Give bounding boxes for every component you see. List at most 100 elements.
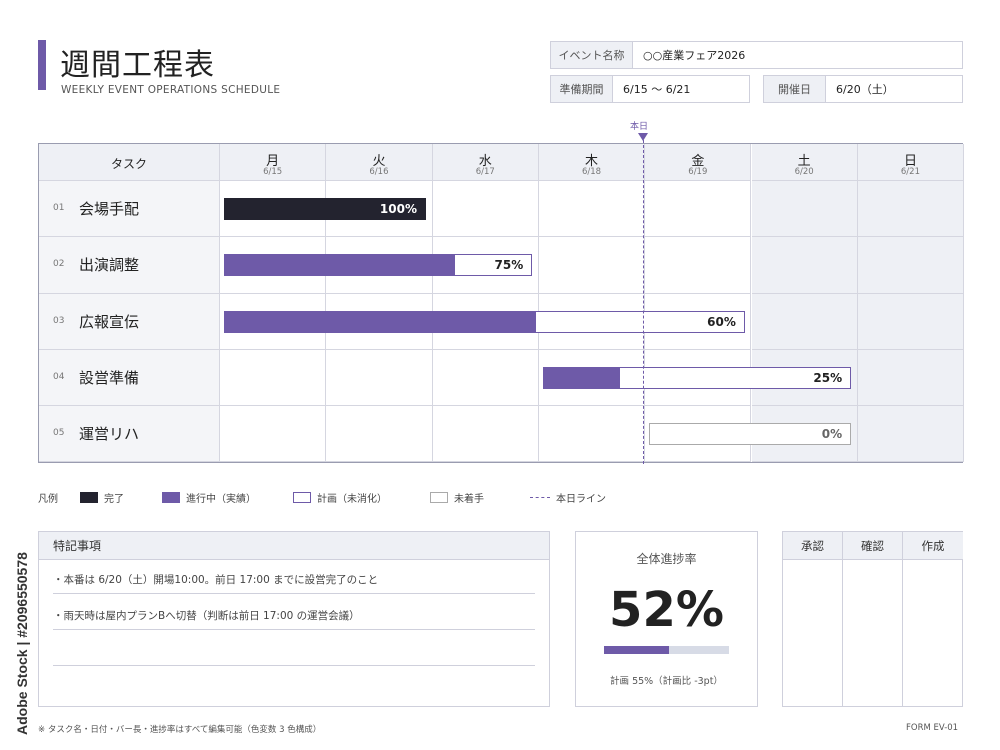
grid-cell — [857, 349, 965, 407]
today-line-swatch-icon — [530, 497, 550, 498]
grid-cell — [220, 406, 327, 463]
confirm-header: 確認 — [843, 532, 902, 560]
legend-item-notstarted: 未着手 — [430, 490, 484, 505]
notstarted-swatch-icon — [430, 492, 448, 503]
grid-cell — [432, 181, 539, 238]
grid-cell — [326, 349, 433, 407]
task-row-label: 02 出演調整 — [39, 237, 220, 294]
task-progress-label: 60% — [707, 314, 736, 329]
overall-progress-fill — [604, 646, 669, 654]
page-title: 週間工程表 — [60, 48, 215, 83]
day-date: 6/18 — [581, 167, 602, 177]
task-progress-label: 100% — [379, 202, 417, 216]
grid-cell — [538, 181, 646, 238]
task-row-label: 01 会場手配 — [39, 181, 220, 238]
grid-cell — [645, 181, 752, 238]
task-header-label: タスク — [110, 157, 147, 171]
event-date-value[interactable]: 6/20（土） — [826, 81, 894, 97]
create-column[interactable]: 作成 — [903, 532, 963, 706]
task-row-label: 04 設営準備 — [39, 349, 220, 407]
grid-cell — [751, 293, 858, 350]
task-number: 03 — [53, 315, 65, 326]
task-name[interactable]: 運営リハ — [79, 423, 139, 444]
active-swatch-icon — [162, 492, 180, 503]
day-header-7: 日 6/21 — [857, 144, 965, 181]
overall-progress-plan: 計画 55%（計画比 -3pt） — [610, 676, 723, 687]
page-subtitle: WEEKLY EVENT OPERATIONS SCHEDULE — [61, 84, 281, 96]
day-date: 6/21 — [900, 167, 920, 177]
task-progress-label: 75% — [494, 258, 524, 273]
legend-item-plan: 計画（未消化） — [293, 490, 387, 505]
note-line-1[interactable]: ・本番は 6/20（土）開場10:00。前日 17:00 までに設営完了のこと — [53, 572, 535, 594]
grid-cell — [432, 349, 539, 407]
prep-period-label: 準備期間 — [551, 76, 613, 102]
note-line-2[interactable]: ・雨天時は屋内プランBへ切替（判断は前日 17:00 の運営会議） — [53, 608, 535, 630]
task-number: 02 — [53, 259, 65, 270]
grid-cell — [857, 293, 965, 350]
task-name[interactable]: 広報宣伝 — [79, 311, 139, 332]
day-date: 6/15 — [263, 167, 283, 177]
legend-today-label: 本日ライン — [556, 494, 606, 505]
task-number: 04 — [53, 371, 65, 382]
legend-active-label: 進行中（実績） — [186, 494, 256, 505]
title-accent-bar — [38, 40, 46, 90]
legend-item-done: 完了 — [80, 490, 124, 505]
task-name[interactable]: 出演調整 — [79, 254, 139, 275]
task-progress-label: 0% — [821, 427, 843, 442]
approve-column[interactable]: 承認 — [783, 532, 843, 706]
legend-item-today: 本日ライン — [530, 490, 606, 505]
event-name-value[interactable]: ○○産業フェア2026 — [633, 47, 745, 63]
grid-cell — [645, 237, 752, 294]
grid-cell — [538, 406, 646, 463]
task-number: 01 — [53, 203, 65, 213]
notes-title: 特記事項 — [39, 532, 549, 560]
task-bar[interactable]: 60% — [224, 310, 745, 333]
task-row-label: 03 広報宣伝 — [39, 293, 220, 350]
grid-cell — [220, 349, 327, 407]
task-bar[interactable]: 0% — [649, 423, 852, 446]
day-header-3: 水 6/17 — [432, 144, 539, 181]
today-label: 本日 — [630, 122, 649, 132]
overall-progress-title: 全体進捗率 — [636, 552, 697, 566]
task-row-label: 05 運営リハ — [39, 406, 220, 463]
grid-cell — [432, 406, 539, 463]
grid-cell — [751, 237, 858, 294]
day-date: 6/20 — [794, 167, 814, 177]
task-progress-label: 25% — [813, 370, 843, 385]
day-date: 6/17 — [475, 167, 495, 177]
plan-swatch-icon — [293, 492, 311, 503]
confirm-column[interactable]: 確認 — [843, 532, 903, 706]
grid-cell — [857, 181, 965, 238]
task-column-header: タスク — [39, 144, 220, 181]
prep-period-value[interactable]: 6/15 〜 6/21 — [613, 81, 690, 97]
overall-progress-panel: 全体進捗率 52% 計画 55%（計画比 -3pt） — [575, 531, 758, 707]
day-header-4: 木 6/18 — [538, 144, 646, 181]
task-bar-fill — [225, 311, 537, 332]
gantt-chart: タスク 月 6/15 火 6/16 水 6/17 木 6/18 金 6/19 土 6/20 日 6/21 0… — [38, 143, 965, 463]
event-date-label: 開催日 — [764, 76, 826, 102]
legend-done-label: 完了 — [104, 494, 124, 505]
approve-header: 承認 — [783, 532, 842, 560]
footer-note: ※ タスク名・日付・バー長・進捗率はすべて編集可能（色変数 3 色構成） — [38, 725, 322, 735]
grid-cell — [857, 406, 965, 463]
overall-progress-track — [604, 646, 729, 654]
grid-cell — [751, 181, 858, 238]
stock-watermark: Adobe Stock | #2096550578 — [14, 552, 30, 735]
task-bar[interactable]: 25% — [542, 366, 852, 389]
event-name-label: イベント名称 — [551, 42, 633, 68]
approval-panel: 承認 確認 作成 — [782, 531, 963, 707]
task-bar[interactable]: 75% — [224, 254, 533, 277]
today-line — [643, 140, 644, 464]
day-header-1: 月 6/15 — [220, 144, 327, 181]
task-bar[interactable]: 100% — [224, 198, 426, 220]
task-name[interactable]: 設営準備 — [79, 367, 139, 388]
create-header: 作成 — [903, 532, 963, 560]
grid-cell — [857, 237, 965, 294]
note-line-3[interactable] — [53, 646, 535, 666]
event-date-field: 開催日 6/20（土） — [763, 75, 963, 103]
legend-label: 凡例 — [38, 494, 58, 505]
day-date: 6/19 — [688, 167, 708, 177]
legend-plan-label: 計画（未消化） — [317, 494, 387, 505]
day-header-5: 金 6/19 — [645, 144, 752, 181]
task-name[interactable]: 会場手配 — [79, 198, 139, 219]
